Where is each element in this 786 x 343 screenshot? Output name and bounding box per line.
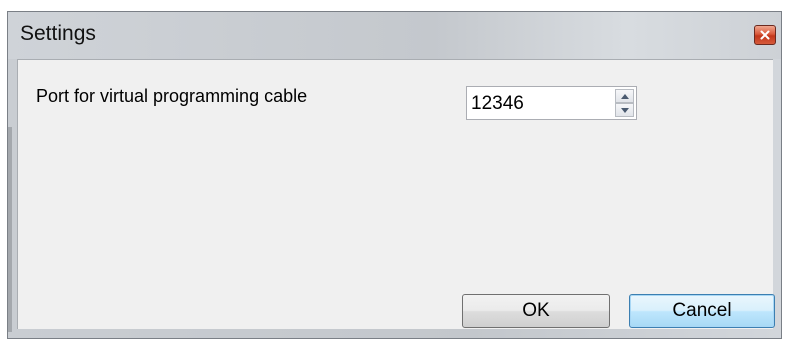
port-input[interactable]: 12346 — [471, 93, 524, 115]
spin-up-arrow-icon — [620, 93, 629, 99]
spin-down-arrow-icon — [620, 107, 629, 113]
spin-down-button[interactable] — [615, 103, 634, 117]
spin-buttons — [615, 89, 634, 117]
port-label: Port for virtual programming cable — [36, 86, 308, 106]
settings-dialog: Settings Port for virtual programming ca… — [7, 11, 782, 339]
spin-up-button[interactable] — [615, 89, 634, 103]
close-icon — [760, 30, 770, 40]
dialog-content: Port for virtual programming cable 12346… — [17, 59, 775, 329]
ok-button[interactable]: OK — [462, 294, 610, 328]
close-button[interactable] — [754, 25, 776, 45]
window-left-edge — [8, 127, 12, 332]
title-bar[interactable]: Settings — [8, 12, 781, 59]
cancel-button[interactable]: Cancel — [629, 294, 775, 328]
dialog-title: Settings — [20, 22, 96, 45]
port-stepper[interactable]: 12346 — [466, 86, 637, 120]
